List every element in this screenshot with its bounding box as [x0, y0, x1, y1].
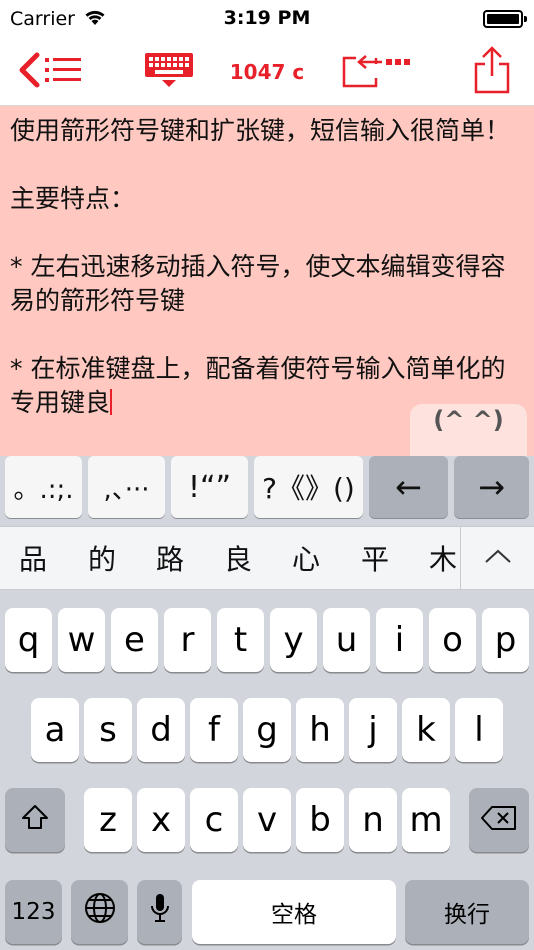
backspace-icon [480, 800, 518, 840]
key-y[interactable]: y [270, 608, 317, 672]
key-f[interactable]: f [190, 698, 238, 762]
numbers-key[interactable]: 123 [5, 880, 62, 944]
key-a[interactable]: a [31, 698, 79, 762]
candidate-item[interactable]: 心 [281, 527, 331, 589]
symbol-key-exclaim[interactable]: !“” [171, 456, 248, 518]
key-o[interactable]: o [429, 608, 476, 672]
key-u[interactable]: u [323, 608, 370, 672]
symbol-bar: 。.:;. ,、··· !“” ?《》() ← → [0, 456, 534, 526]
candidate-item[interactable]: 平 [350, 527, 400, 589]
share-icon [472, 46, 512, 98]
symbol-key-period[interactable]: 。.:;. [5, 456, 82, 518]
key-w[interactable]: w [58, 608, 105, 672]
key-p[interactable]: p [482, 608, 529, 672]
key-j[interactable]: j [349, 698, 397, 762]
globe-key[interactable] [71, 880, 128, 944]
shift-key[interactable] [5, 788, 65, 852]
microphone-icon [149, 892, 171, 933]
char-count: 1047 c [222, 38, 312, 106]
emoticon-key[interactable]: (^ ^) [410, 404, 527, 456]
key-m[interactable]: m [402, 788, 450, 852]
candidate-item[interactable]: 品 [8, 527, 58, 589]
key-v[interactable]: v [243, 788, 291, 852]
cursor-right-key[interactable]: → [454, 456, 529, 518]
symbol-key-comma[interactable]: ,、··· [88, 456, 165, 518]
expand-candidates-button[interactable] [461, 527, 534, 589]
candidate-item[interactable]: 的 [77, 527, 127, 589]
insert-symbol-button[interactable] [338, 38, 414, 106]
chevron-up-icon [484, 548, 512, 568]
char-count-label: 1047 c [229, 60, 305, 84]
key-e[interactable]: e [111, 608, 158, 672]
candidate-item[interactable]: 良 [213, 527, 263, 589]
key-z[interactable]: z [84, 788, 132, 852]
toolbar: 1047 c [0, 38, 534, 106]
delete-key[interactable] [469, 788, 529, 852]
key-d[interactable]: d [137, 698, 185, 762]
back-list-icon [11, 50, 85, 94]
key-t[interactable]: t [217, 608, 264, 672]
key-r[interactable]: r [164, 608, 211, 672]
candidate-item[interactable]: 路 [145, 527, 195, 589]
key-l[interactable]: l [455, 698, 503, 762]
keyboard-hide-icon [143, 51, 195, 93]
editor-text-body: 使用箭形符号键和扩张键，短信输入很简单！ 主要特点： * 左右迅速移动插入符号，… [10, 116, 511, 417]
back-list-button[interactable] [6, 38, 90, 106]
key-h[interactable]: h [296, 698, 344, 762]
status-bar: Carrier 3:19 PM [0, 0, 534, 38]
cursor-left-key[interactable]: ← [369, 456, 448, 518]
insert-symbol-icon [340, 50, 412, 94]
key-i[interactable]: i [376, 608, 423, 672]
symbol-key-question[interactable]: ?《》() [254, 456, 363, 518]
key-x[interactable]: x [137, 788, 185, 852]
key-s[interactable]: s [84, 698, 132, 762]
keyboard: q w e r t y u i o p a s d f g h j k l z … [0, 590, 534, 950]
key-c[interactable]: c [190, 788, 238, 852]
shift-icon [20, 800, 50, 840]
dictation-key[interactable] [137, 880, 182, 944]
clock: 3:19 PM [223, 7, 311, 29]
key-k[interactable]: k [402, 698, 450, 762]
key-n[interactable]: n [349, 788, 397, 852]
editor-text[interactable]: 使用箭形符号键和扩张键，短信输入很简单！ 主要特点： * 左右迅速移动插入符号，… [10, 114, 528, 420]
key-q[interactable]: q [5, 608, 52, 672]
text-caret [110, 389, 113, 415]
candidate-bar: 品 的 路 良 心 平 木 [0, 526, 534, 590]
key-g[interactable]: g [243, 698, 291, 762]
share-button[interactable] [464, 38, 520, 106]
key-b[interactable]: b [296, 788, 344, 852]
space-key[interactable]: 空格 [192, 880, 396, 944]
globe-icon [84, 892, 116, 933]
keyboard-hide-button[interactable] [140, 38, 198, 106]
battery-icon [483, 10, 527, 28]
return-key[interactable]: 换行 [405, 880, 529, 944]
